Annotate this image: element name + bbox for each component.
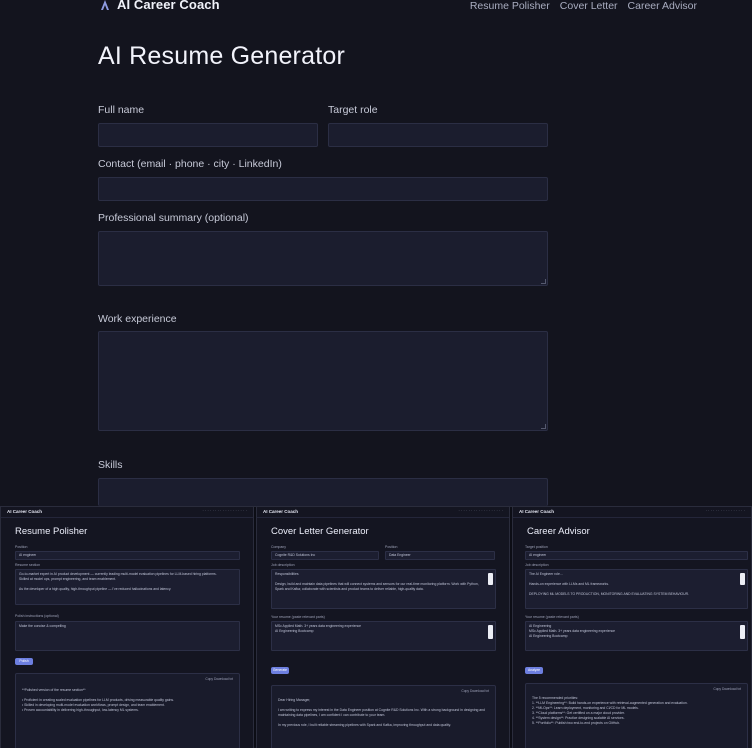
brand-name: AI Career Coach <box>117 0 220 12</box>
nav-links: Resume Polisher Cover Letter Career Advi… <box>470 0 697 12</box>
thumb-label: Your resume (paste relevant parts) <box>525 615 579 619</box>
thumb-brand: AI Career Coach <box>263 509 299 514</box>
thumb-label: Polish instructions (optional) <box>15 614 59 618</box>
thumb-nav: AI Career Coach · · · · · · · · · · · · … <box>1 507 253 518</box>
thumb-nav-links: · · · · · · · · · · · · · · · · <box>705 509 745 513</box>
thumb-position-input: AI engineer <box>525 551 748 560</box>
nav-link-resume-polisher[interactable]: Resume Polisher <box>470 0 550 12</box>
thumb-label: Your resume (paste relevant parts) <box>271 615 325 619</box>
thumb-scrollbar <box>740 625 745 639</box>
thumb-output-actions: Copy Download txt <box>205 677 233 681</box>
thumb-generate-button: Generate <box>271 667 289 674</box>
thumb-text: Go-to-market expert in AI product develo… <box>19 572 217 591</box>
thumb-label: Position <box>15 545 28 549</box>
contact-input[interactable] <box>98 177 548 201</box>
thumb-output: Copy Download txt Dear Hiring Manager, I… <box>271 685 496 748</box>
thumb-label: Target position <box>525 545 548 549</box>
thumb-value: AI engineer <box>529 553 547 557</box>
thumb-label: Job description <box>271 563 295 567</box>
resume-polisher-thumbnail: AI Career Coach · · · · · · · · · · · · … <box>0 507 254 748</box>
thumb-scrollbar <box>488 625 493 639</box>
thumb-textarea: Make the concise & compelling <box>15 621 240 651</box>
brand[interactable]: AI Career Coach <box>100 0 220 12</box>
thumb-nav: AI Career Coach · · · · · · · · · · · · … <box>513 507 751 518</box>
thumb-textarea: AI Engineering MSc Applied Math. 3+ year… <box>525 621 748 651</box>
thumb-text: MSc Applied Math. 3+ years data engineer… <box>275 624 362 633</box>
target-role-input[interactable] <box>328 123 548 147</box>
thumb-company-input: Cognite R&D Solutions Inc <box>271 551 379 560</box>
thumb-textarea: The AI Engineer role... Hands-on experie… <box>525 569 748 609</box>
nav-link-cover-letter[interactable]: Cover Letter <box>560 0 618 12</box>
thumb-label: Job description <box>525 563 549 567</box>
thumb-label: Company <box>271 545 286 549</box>
thumb-output: Copy Download txt **Polished version of … <box>15 673 240 748</box>
thumb-nav: AI Career Coach · · · · · · · · · · · · … <box>257 507 509 518</box>
thumb-brand: AI Career Coach <box>519 509 555 514</box>
logo-icon <box>100 0 110 11</box>
resize-grip-icon[interactable] <box>541 424 546 429</box>
thumb-textarea: Go-to-market expert in AI product develo… <box>15 569 240 605</box>
summary-textarea[interactable] <box>98 231 548 286</box>
summary-label: Professional summary (optional) <box>98 212 249 224</box>
resume-generator-page: AI Career Coach Resume Polisher Cover Le… <box>0 0 752 506</box>
thumb-value: Cognite R&D Solutions Inc <box>275 553 316 557</box>
contact-label: Contact (email · phone · city · LinkedIn… <box>98 158 282 170</box>
thumb-text: AI Engineering MSc Applied Math. 3+ year… <box>529 624 616 638</box>
thumb-label: Resume section <box>15 563 41 567</box>
thumb-value: AI engineer <box>19 553 37 557</box>
thumb-title: Cover Letter Generator <box>271 526 369 537</box>
career-advisor-thumbnail: AI Career Coach · · · · · · · · · · · · … <box>512 507 752 748</box>
screenshot-strip: AI Career Coach · · · · · · · · · · · · … <box>0 506 752 748</box>
skills-label: Skills <box>98 459 123 471</box>
thumb-output-actions: Copy Download txt <box>461 689 489 693</box>
thumb-title: Career Advisor <box>527 526 590 537</box>
thumb-label: Position <box>385 545 398 549</box>
thumb-nav-links: · · · · · · · · · · · · · · · · · · <box>202 509 247 513</box>
nav-link-career-advisor[interactable]: Career Advisor <box>628 0 697 12</box>
summary-wrap <box>98 231 548 286</box>
thumb-position-input: AI engineer <box>15 551 240 560</box>
thumb-position-input: Data Engineer <box>385 551 495 560</box>
thumb-output-text: Dear Hiring Manager, I am writing to exp… <box>278 698 485 727</box>
thumb-analyze-button: Analyze <box>525 667 543 674</box>
cover-letter-thumbnail: AI Career Coach · · · · · · · · · · · · … <box>256 507 510 748</box>
thumb-output-actions: Copy Download txt <box>713 687 741 691</box>
thumb-scrollbar <box>488 573 493 585</box>
thumb-title: Resume Polisher <box>15 526 88 537</box>
thumb-brand: AI Career Coach <box>7 509 43 514</box>
thumb-polish-button: Polish <box>15 658 33 665</box>
top-nav: AI Career Coach Resume Polisher Cover Le… <box>0 0 752 16</box>
thumb-value: Data Engineer <box>389 553 411 557</box>
thumb-output-text: The 5 recommended priorities: 1. **LLM E… <box>532 696 688 725</box>
resize-grip-icon[interactable] <box>541 279 546 284</box>
page-title: AI Resume Generator <box>98 42 345 70</box>
skills-textarea[interactable] <box>98 478 548 506</box>
full-name-input[interactable] <box>98 123 318 147</box>
thumb-textarea: MSc Applied Math. 3+ years data engineer… <box>271 621 496 651</box>
target-role-label: Target role <box>328 104 378 116</box>
thumb-output-text: **Polished version of the resume section… <box>22 688 174 712</box>
thumb-text: The AI Engineer role... Hands-on experie… <box>529 572 690 596</box>
thumb-text: Responsibilities Design, build and maint… <box>275 572 479 591</box>
work-experience-label: Work experience <box>98 313 177 325</box>
thumb-output: Copy Download txt The 5 recommended prio… <box>525 683 748 748</box>
work-experience-wrap <box>98 331 548 431</box>
thumb-scrollbar <box>740 573 745 585</box>
work-experience-textarea[interactable] <box>98 331 548 431</box>
thumb-text: Make the concise & compelling <box>19 624 66 628</box>
thumb-nav-links: · · · · · · · · · · · · · · · · · · <box>458 509 503 513</box>
thumb-textarea: Responsibilities Design, build and maint… <box>271 569 496 609</box>
full-name-label: Full name <box>98 104 145 116</box>
